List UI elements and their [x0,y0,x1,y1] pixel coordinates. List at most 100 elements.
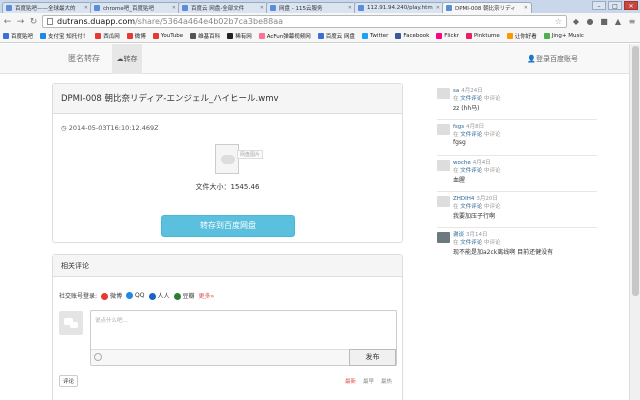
weibo-login[interactable]: 微博 [101,291,122,300]
comment-source-link[interactable]: 文件评论 [460,240,482,246]
comment-toolbar: 发布 [91,349,396,366]
social-login-row: 社交账号登录: 微博 QQ 人人 豆瓣 更多» [59,291,214,300]
bookmark-item[interactable]: 微博 [126,32,146,40]
close-tab-icon[interactable]: ✕ [524,5,528,11]
forward-arrow-icon[interactable]: → [16,17,25,27]
bookmark-item[interactable]: 西瓜网 [95,32,120,40]
sort-newest[interactable]: 最新 [345,377,356,385]
list-item: woche 4月4日 在 文件评论 中评论 血腥 [437,158,597,192]
bookmark-label: Facebook [403,33,430,39]
bookmark-item[interactable]: Jing+ Music [543,33,584,39]
comment-text: fgsg [453,139,466,146]
bookmark-icon [3,33,9,39]
address-bar[interactable]: dutrans.duapp.com/share/5364a464e4b02b7c… [42,15,567,28]
comments-panel: 相关评论 社交账号登录: 微博 QQ 人人 豆瓣 更多» 说点什么吧... 发布… [52,254,403,400]
extension-icon[interactable]: ■ [599,17,609,27]
sort-hottest[interactable]: 最热 [381,377,392,385]
maximize-icon[interactable]: □ [608,1,622,10]
comment-source-link[interactable]: 文件评论 [460,168,482,174]
bookmark-item[interactable]: Flickr [436,33,459,39]
browser-tab[interactable]: chrome吧_百度贴吧 ✕ [90,2,180,13]
tab-label: 百度贴吧——全球最大的 [15,6,76,12]
renren-login[interactable]: 人人 [148,291,170,300]
browser-tab[interactable]: 百度贴吧——全球最大的 ✕ [2,2,92,13]
back-arrow-icon[interactable]: ← [3,17,12,27]
clock-icon: ◷ [61,124,69,132]
save-to-baidu-button[interactable]: 转存到百度网盘 [161,215,295,237]
extension-icon[interactable]: ● [585,17,595,27]
bookmark-item[interactable]: Twitter [361,33,388,39]
bookmark-item[interactable]: 支付宝 知托付！ [40,32,88,40]
comment-source-link[interactable]: 文件评论 [460,132,482,138]
bookmark-icon [126,33,133,39]
extension-icon[interactable]: ▲ [613,17,623,27]
nav-save-label: 转存 [123,55,138,63]
comment-input[interactable]: 说点什么吧... 发布 [90,310,397,366]
close-tab-icon[interactable]: ✕ [84,5,88,11]
bookmark-icon [258,33,265,39]
url-host: dutrans.duapp.com [57,17,136,26]
bookmark-star-icon[interactable]: ☆ [555,17,562,26]
bookmark-item[interactable]: Pinktume [465,33,500,39]
comment-prefix: 在 [453,168,459,174]
site-brand[interactable]: 匿名转存 [68,44,100,74]
bookmark-icon [95,33,102,39]
close-tab-icon[interactable]: ✕ [172,5,176,11]
browser-tab[interactable]: 网盘 - 115云服务 ✕ [266,2,356,13]
bookmark-item[interactable]: AcFun弹幕视频网 [258,32,311,40]
extension-icon[interactable]: ◆ [571,17,581,27]
close-tab-icon[interactable]: ✕ [436,5,440,11]
post-button[interactable]: 发布 [349,349,396,366]
bookmark-item[interactable]: 让你好看 [506,32,537,40]
nav-save-link[interactable]: ☁转存 [112,44,142,74]
bookmark-icon [361,33,368,39]
bookmark-label: Pinktume [473,33,500,39]
file-icon [215,144,239,174]
minimize-icon[interactable]: – [592,1,606,10]
more-providers-link[interactable]: 更多» [199,291,215,300]
comment-prefix: 在 [453,132,459,138]
comment-prefix: 在 [453,204,459,210]
close-window-icon[interactable]: ✕ [624,1,638,10]
comment-source-link[interactable]: 文件评论 [460,96,482,102]
bookmark-item[interactable]: YouTube [152,33,183,39]
comment-prefix: 在 [453,96,459,102]
comment-text: 现不能是加a2ck离线啊 目前还健没有 [453,249,554,256]
tab-comments[interactable]: 评论 [59,375,79,387]
social-login-label: 社交账号登录: [59,293,98,300]
reload-icon[interactable]: ↻ [29,17,38,27]
sort-oldest[interactable]: 最早 [363,377,374,385]
browser-tab-active[interactable]: DPMI-008 朝比奈リディ ✕ [442,2,532,13]
scrollbar-thumb[interactable] [632,46,639,296]
bookmark-item[interactable]: 百度贴吧 [3,32,33,40]
emoji-icon[interactable] [94,353,102,361]
file-icon-label: 网盘图片 [237,150,264,159]
qq-login[interactable]: QQ [126,292,145,299]
close-tab-icon[interactable]: ✕ [260,5,264,11]
close-tab-icon[interactable]: ✕ [348,5,352,11]
bookmark-item[interactable]: 维基百科 [190,32,220,40]
bookmark-label: Jing+ Music [551,33,584,39]
bookmark-label: 维基百科 [198,34,221,40]
browser-tab[interactable]: 百度云 网盘-全部文件 ✕ [178,2,268,13]
provider-label: QQ [135,292,145,299]
list-item: sa 4月24日 在 文件评论 中评论 zz (hh马) [437,86,597,120]
bookmark-item[interactable]: 稀有网 [227,32,252,40]
comment-source-link[interactable]: 文件评论 [460,204,482,210]
comment-placeholder: 说点什么吧... [95,318,128,324]
browser-tab[interactable]: 112.91.94.240/play.htm ✕ [354,2,444,13]
avatar [437,88,450,99]
bookmark-item[interactable]: Facebook [395,33,429,39]
comment-suffix: 中评论 [484,204,501,210]
douban-icon [173,293,181,300]
favicon-icon [358,5,364,11]
bookmark-icon [506,33,513,39]
page-scrollbar[interactable] [629,44,640,400]
avatar [437,160,450,171]
douban-login[interactable]: 豆瓣 [173,291,195,300]
menu-icon[interactable]: ≡ [627,17,637,27]
bookmark-item[interactable]: 百度云 网盘 [317,32,355,40]
avatar [437,232,450,243]
comment-suffix: 中评论 [484,240,501,246]
login-link[interactable]: 👤登录百度账号 [527,44,578,74]
